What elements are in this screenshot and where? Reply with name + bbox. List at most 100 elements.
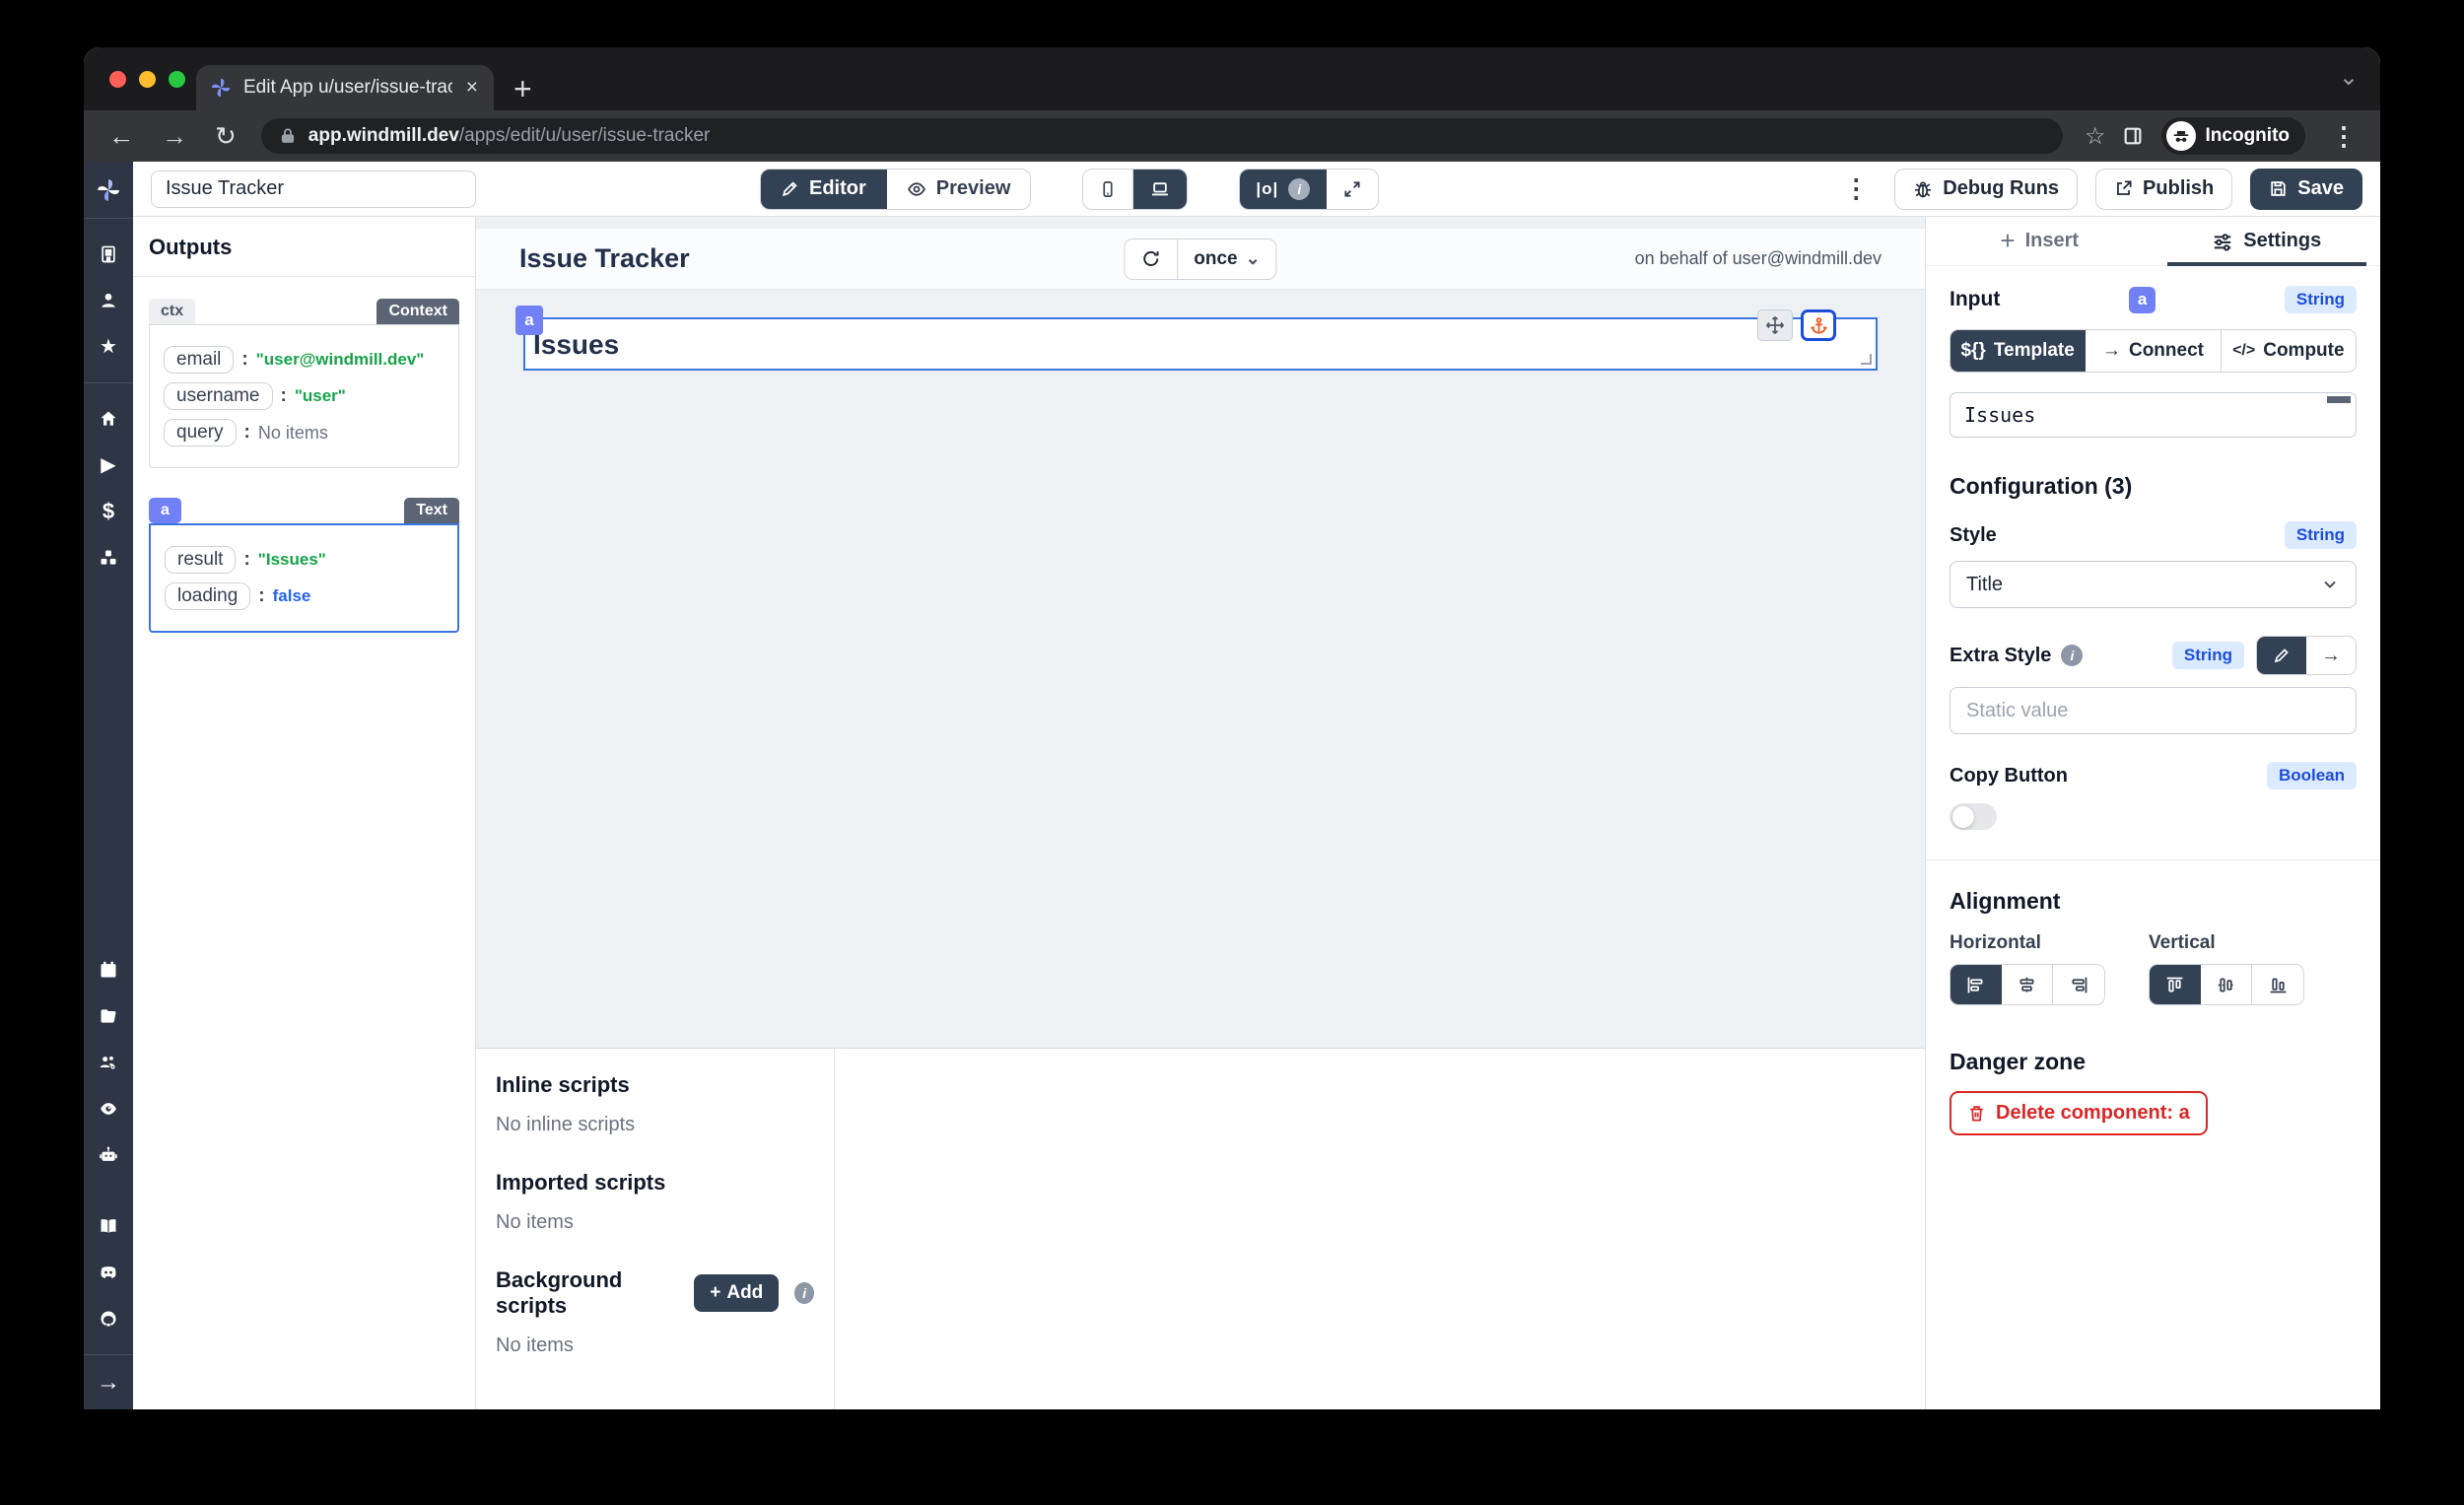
static-edit-button[interactable]	[2257, 637, 2306, 674]
windmill-favicon-icon	[210, 77, 232, 99]
selected-text-component[interactable]: a Issues	[523, 317, 1878, 371]
minimize-window-button[interactable]	[139, 71, 156, 88]
align-center-h-button[interactable]	[2002, 965, 2053, 1004]
outputs-title: Outputs	[133, 235, 475, 277]
refresh-button[interactable]	[1125, 239, 1178, 279]
align-middle-button[interactable]	[2201, 965, 2252, 1004]
output-key[interactable]: query	[164, 419, 237, 446]
collapse-arrow-icon[interactable]: →	[84, 1354, 133, 1409]
docs-book-icon[interactable]	[99, 1216, 118, 1236]
save-button[interactable]: Save	[2250, 169, 2362, 210]
browser-menu-icon[interactable]: ⋮	[2323, 121, 2364, 152]
laptop-icon	[1149, 179, 1171, 199]
component-a-output-card[interactable]: a Text result : "Issues" loading :	[149, 498, 459, 633]
output-value: "user@windmill.dev"	[256, 350, 425, 370]
canvas-grid[interactable]: a Issues	[476, 290, 1925, 1048]
align-left-button[interactable]	[1951, 965, 2002, 1004]
pencil-icon	[781, 179, 799, 198]
phone-icon	[1099, 179, 1117, 199]
bookmark-star-icon[interactable]: ☆	[2079, 122, 2112, 151]
input-mode-toggle: ${} Template → Connect </> Compute	[1950, 329, 2357, 373]
align-top-button[interactable]	[2150, 965, 2201, 1004]
tab-settings[interactable]: Settings	[2154, 217, 2381, 265]
address-bar[interactable]: app.windmill.dev/apps/edit/u/user/issue-…	[261, 118, 2063, 154]
outputs-panel: Outputs ctx Context email : "user@windmi…	[133, 217, 476, 1409]
connect-mode-button[interactable]: → Connect	[2086, 330, 2221, 372]
tab-insert[interactable]: + Insert	[1926, 217, 2154, 265]
ctx-id-badge[interactable]: ctx	[149, 299, 195, 324]
windmill-app: ★ ▶ $ →	[84, 162, 2380, 1409]
compute-mode-button[interactable]: </> Compute	[2222, 330, 2356, 372]
output-key[interactable]: username	[164, 382, 273, 410]
resize-handle[interactable]	[1861, 354, 1872, 365]
resources-cubes-icon[interactable]	[99, 548, 118, 568]
groups-users-icon[interactable]	[99, 1053, 118, 1072]
output-key[interactable]: loading	[165, 582, 250, 610]
audit-eye-icon[interactable]	[99, 1099, 118, 1119]
template-code-input[interactable]: Issues	[1950, 392, 2357, 438]
align-bottom-button[interactable]	[2252, 965, 2303, 1004]
windmill-logo-icon[interactable]	[84, 162, 133, 219]
info-icon[interactable]: i	[2061, 645, 2083, 666]
output-key[interactable]: result	[165, 546, 236, 574]
workspace-icon[interactable]	[99, 244, 118, 264]
home-icon[interactable]	[99, 409, 118, 429]
refresh-mode-dropdown[interactable]: once ⌄	[1178, 239, 1275, 279]
style-select[interactable]: Title	[1950, 561, 2357, 608]
mobile-view-button[interactable]	[1083, 170, 1133, 209]
desktop-view-button[interactable]	[1133, 170, 1187, 209]
close-tab-icon[interactable]: ×	[464, 76, 480, 100]
runs-play-icon[interactable]: ▶	[101, 455, 115, 475]
editor-tab[interactable]: Editor	[761, 170, 887, 209]
browser-tab[interactable]: Edit App u/user/issue-tracker | ×	[196, 65, 494, 110]
input-label: Input	[1950, 288, 2000, 311]
debug-runs-button[interactable]: Debug Runs	[1894, 169, 2078, 210]
component-id-handle[interactable]: a	[515, 306, 543, 335]
app-name-input[interactable]	[151, 171, 476, 208]
ctx-output-card[interactable]: ctx Context email : "user@windmill.dev" …	[149, 299, 459, 468]
output-key[interactable]: email	[164, 346, 234, 374]
github-icon[interactable]	[99, 1309, 118, 1329]
publish-button[interactable]: Publish	[2095, 169, 2232, 210]
zoom-window-button[interactable]	[169, 71, 185, 88]
toggle-panels-button[interactable]: |o| i	[1240, 170, 1327, 209]
favorites-star-icon[interactable]: ★	[100, 337, 117, 357]
template-mode-button[interactable]: ${} Template	[1951, 330, 2086, 372]
app-title: Issue Tracker	[519, 243, 690, 274]
output-value: "Issues"	[258, 550, 326, 570]
forward-icon[interactable]: →	[153, 121, 196, 152]
copy-button-toggle[interactable]	[1950, 803, 1997, 830]
delete-component-button[interactable]: Delete component: a	[1950, 1091, 2208, 1135]
incognito-badge[interactable]: Incognito	[2161, 117, 2305, 155]
info-icon: i	[1288, 178, 1310, 200]
add-background-script-button[interactable]: + Add	[694, 1274, 779, 1312]
component-a-id-badge[interactable]: a	[149, 498, 181, 523]
schedules-calendar-icon[interactable]	[99, 960, 118, 980]
info-icon[interactable]: i	[794, 1282, 814, 1304]
refresh-group: once ⌄	[1124, 239, 1276, 280]
fullscreen-button[interactable]	[1327, 170, 1378, 209]
component-text: Issues	[533, 329, 619, 361]
align-right-button[interactable]	[2053, 965, 2104, 1004]
discord-icon[interactable]	[99, 1263, 118, 1282]
new-tab-button[interactable]: +	[513, 73, 532, 104]
preview-tab[interactable]: Preview	[887, 170, 1031, 209]
anchor-toggle-icon[interactable]	[1801, 309, 1836, 341]
more-options-icon[interactable]: ⋮	[1835, 173, 1877, 204]
scripts-panel: Inline scripts No inline scripts Importe…	[476, 1048, 1925, 1409]
component-a-type-badge: Text	[404, 498, 459, 523]
close-window-button[interactable]	[109, 71, 126, 88]
bug-icon	[1913, 179, 1933, 199]
tab-search-chevron-icon[interactable]: ⌄	[2339, 63, 2359, 92]
traffic-lights	[109, 71, 185, 88]
workers-robot-icon[interactable]	[99, 1145, 118, 1165]
folders-icon[interactable]	[99, 1006, 118, 1026]
reload-icon[interactable]: ↻	[206, 121, 245, 152]
variables-dollar-icon[interactable]: $	[103, 502, 114, 521]
back-icon[interactable]: ←	[100, 121, 143, 152]
move-handle-icon[interactable]	[1757, 309, 1793, 341]
user-icon[interactable]	[99, 291, 118, 310]
connect-input-button[interactable]: →	[2306, 637, 2356, 674]
side-panel-icon[interactable]	[2122, 125, 2144, 147]
extra-style-input[interactable]	[1950, 687, 2357, 734]
